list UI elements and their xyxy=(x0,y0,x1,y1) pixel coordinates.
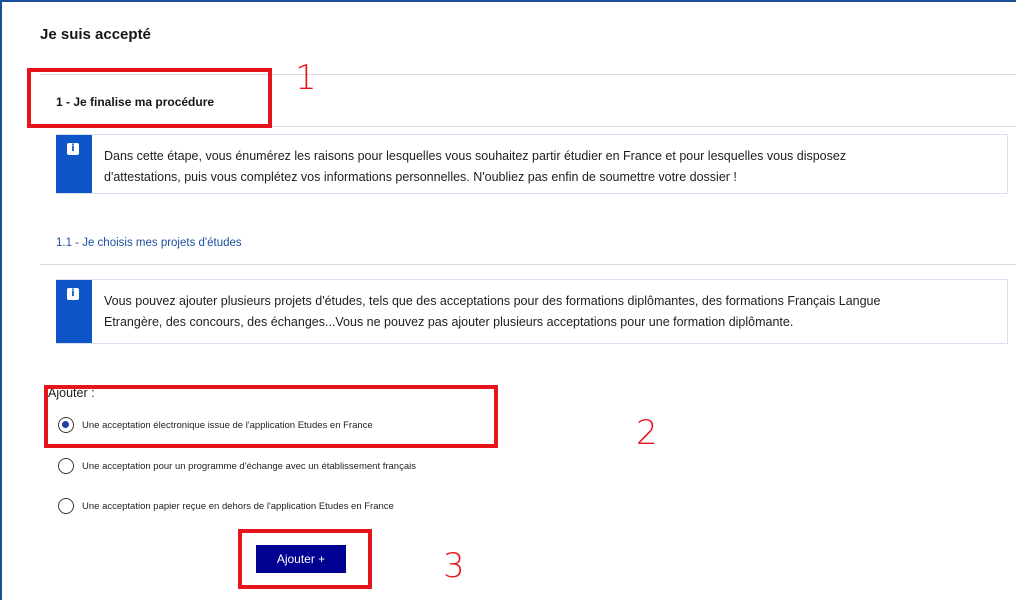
radio-button[interactable] xyxy=(58,458,74,474)
info-notice: i Vous pouvez ajouter plusieurs projets … xyxy=(56,279,1008,344)
info-icon: i xyxy=(67,143,79,155)
notice-line: Vous pouvez ajouter plusieurs projets d'… xyxy=(104,294,881,308)
page-title: Je suis accepté xyxy=(40,26,151,43)
notice-text: Vous pouvez ajouter plusieurs projets d'… xyxy=(104,291,997,333)
notice-line: d'attestations, puis vous complétez vos … xyxy=(104,170,737,184)
callout-box-1 xyxy=(27,68,272,128)
divider xyxy=(40,264,1016,265)
info-icon: i xyxy=(67,288,79,300)
callout-number-2: 2 xyxy=(636,413,658,453)
notice-line: Etrangère, des concours, des échanges...… xyxy=(104,315,794,329)
notice-accent-bar: i xyxy=(56,280,92,343)
radio-button[interactable] xyxy=(58,498,74,514)
radio-option-exchange[interactable]: Une acceptation pour un programme d'écha… xyxy=(58,458,416,474)
radio-label: Une acceptation pour un programme d'écha… xyxy=(82,460,416,472)
notice-line: Dans cette étape, vous énumérez les rais… xyxy=(104,149,847,163)
info-notice: i Dans cette étape, vous énumérez les ra… xyxy=(56,134,1008,194)
callout-box-3 xyxy=(238,529,372,589)
callout-box-2 xyxy=(44,385,498,448)
callout-number-1: 1 xyxy=(295,58,317,98)
subsection-title: 1.1 - Je choisis mes projets d'études xyxy=(56,237,242,249)
callout-number-3: 3 xyxy=(443,546,465,586)
notice-text: Dans cette étape, vous énumérez les rais… xyxy=(104,146,997,188)
notice-accent-bar: i xyxy=(56,135,92,193)
radio-option-paper[interactable]: Une acceptation papier reçue en dehors d… xyxy=(58,498,394,514)
radio-label: Une acceptation papier reçue en dehors d… xyxy=(82,500,394,512)
